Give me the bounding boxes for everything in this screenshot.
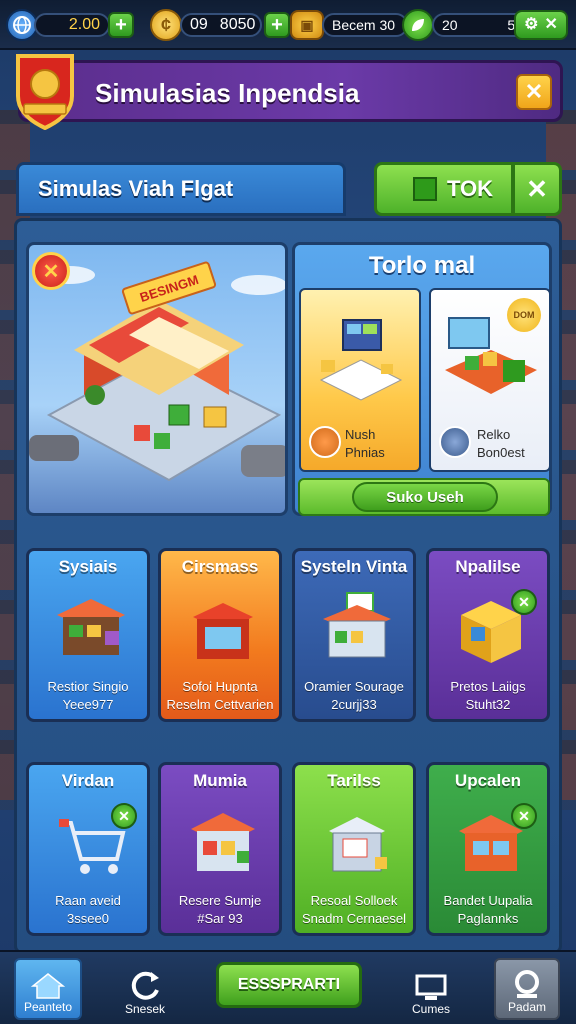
grid-card-cirsmass[interactable]: Cirsmass Sofoi Hupnta Reselm Cettvarien [158, 548, 282, 722]
coin-value-b: 8050 [219, 16, 256, 33]
card-title: Npalilse [455, 557, 521, 576]
grid-card-systeln-vinta[interactable]: Systeln Vinta Oramier Sourage 2curjj33 [292, 548, 416, 722]
coin-value-a: 09 [190, 16, 208, 33]
grid-card-virdan[interactable]: Virdan ✕ Raan aveid 3ssee0 [26, 762, 150, 936]
settings-button[interactable]: ⚙ ✕ [514, 10, 568, 40]
card-line2: Paglannks [457, 911, 519, 926]
tok-button[interactable]: TOK [374, 162, 514, 216]
tok-close-button[interactable]: ✕ [512, 162, 562, 216]
shop-counter-icon [323, 592, 391, 658]
coin-values: 09 8050 [180, 13, 262, 37]
resource-coins: ¢ 09 8050 + [150, 9, 290, 41]
torlo-item-1[interactable]: Nush Phnias [299, 288, 421, 472]
card-line1: Resoal Solloek [310, 893, 398, 908]
grid-card-tarilss[interactable]: Tarilss Resoal Solloek Snadm Cernaesel [292, 762, 416, 936]
gear-icon: ⚙ [524, 16, 539, 33]
torlo-badge-1-icon [309, 426, 341, 458]
card-title: Tarilss [327, 771, 381, 790]
card-line2: Snadm Cernaesel [301, 911, 407, 926]
card-line2: Stuht32 [465, 697, 511, 712]
nav-cumes-label: Cumes [411, 1002, 450, 1016]
center-action-button[interactable]: ESSSPRARTI [216, 962, 362, 1008]
title-close-button[interactable]: ✕ [516, 74, 552, 110]
torlo-item-1-line2: Phnias [345, 445, 385, 460]
shop-icon: BESINGM [29, 261, 285, 482]
close-icon: ✕ [524, 79, 544, 104]
stove-icon [193, 603, 253, 659]
card-line1: Resere Sumje [178, 893, 262, 908]
torlo-badge-2-icon [439, 426, 471, 458]
card-line1: Raan aveid [55, 893, 121, 908]
nav-home[interactable]: Peanteto [14, 958, 82, 1020]
nav-profile-label: Padam [507, 1000, 547, 1014]
page-title: Simulasias Inpendsia [95, 78, 360, 108]
resource-ticket: ▣ Becem 30 [290, 9, 408, 41]
torlo-item-2[interactable]: DOM Relko Bon0est [429, 288, 551, 472]
settings-group: ⚙ ✕ [514, 9, 568, 41]
add-globe-button[interactable]: + [108, 12, 134, 38]
card-line2: Reselm Cettvarien [166, 697, 274, 712]
cube-icon [413, 177, 437, 201]
nav-home-label: Peanteto [23, 1000, 73, 1014]
card-line2: 2curjj33 [331, 697, 377, 712]
card-line2: 3ssee0 [67, 911, 109, 926]
card-line1: Restior Singio [47, 679, 129, 694]
store-front-icon [459, 815, 523, 871]
nav-profile[interactable]: Padam [494, 958, 560, 1020]
card-title: Sysiais [58, 557, 118, 576]
card-line1: Sofoi Hupnta [182, 679, 258, 694]
cafe-stall-icon [191, 813, 255, 871]
card-line2: #Sar 93 [197, 911, 243, 926]
nav-snesek[interactable]: Snesek [112, 958, 178, 1020]
resource-globe: 2.00 + [6, 9, 134, 41]
grid-card-npalilse[interactable]: Npalilse ✕ Pretos Laiigs Stuht32 [426, 548, 550, 722]
computer-desk-icon [445, 317, 537, 394]
grid-card-sysiais[interactable]: Sysiais Restior Singio Yeee977 [26, 548, 150, 722]
nav-cumes[interactable]: Cumes [398, 958, 464, 1020]
grid-card-upcalen[interactable]: Upcalen ✕ Bandet Uupalia Paglannks [426, 762, 550, 936]
tok-label: TOK [447, 176, 494, 201]
market-stall-icon [57, 599, 125, 655]
coin-stack-icon: ¢ [150, 9, 182, 41]
close-icon: ✕ [526, 173, 548, 204]
ticket-icon: ▣ [290, 10, 324, 40]
workstation-icon [319, 319, 403, 401]
shield-emblem-icon [14, 50, 76, 131]
sub-tab-label: Simulas Viah Flgat [38, 176, 234, 201]
torlo-item-1-line1: Nush [345, 427, 376, 442]
home-icon [31, 973, 65, 999]
close-icon: ✕ [42, 260, 60, 283]
crate-icon [461, 601, 521, 663]
card-line1: Bandet Uupalia [443, 893, 533, 908]
torlo-action-button[interactable]: Suko Useh [352, 482, 498, 512]
nav-snesek-label: Snesek [124, 1002, 166, 1016]
card-title: Virdan [61, 771, 115, 790]
torlo-title: Torlo mal [368, 252, 476, 279]
card-title: Upcalen [454, 771, 522, 790]
leaf-value-a: 20 [442, 17, 458, 33]
card-title: Cirsmass [181, 557, 259, 576]
card-title: Systeln Vinta [300, 557, 408, 576]
card-line1: Oramier Sourage [304, 679, 404, 694]
shopping-cart-icon [59, 819, 126, 874]
search-icon [515, 970, 539, 998]
globe-value: 2.00 [34, 13, 110, 37]
torlo-item-2-line1: Relko [477, 427, 511, 442]
close-small-icon: ✕ [544, 16, 558, 33]
add-coins-button[interactable]: + [264, 12, 290, 38]
scene-close-button[interactable]: ✕ [32, 252, 70, 290]
monitor-icon [415, 974, 447, 1000]
leaf-icon [402, 9, 434, 41]
grid-card-mumia[interactable]: Mumia Resere Sumje #Sar 93 [158, 762, 282, 936]
card-line1: Pretos Laiigs [450, 679, 526, 694]
cash-register-icon [329, 817, 387, 872]
ticket-value: Becem 30 [322, 13, 408, 37]
card-line2: Yeee977 [62, 697, 114, 712]
card-title: Mumia [193, 771, 247, 790]
torlo-item-2-line2: Bon0est [477, 445, 525, 460]
refresh-icon [131, 971, 159, 1000]
